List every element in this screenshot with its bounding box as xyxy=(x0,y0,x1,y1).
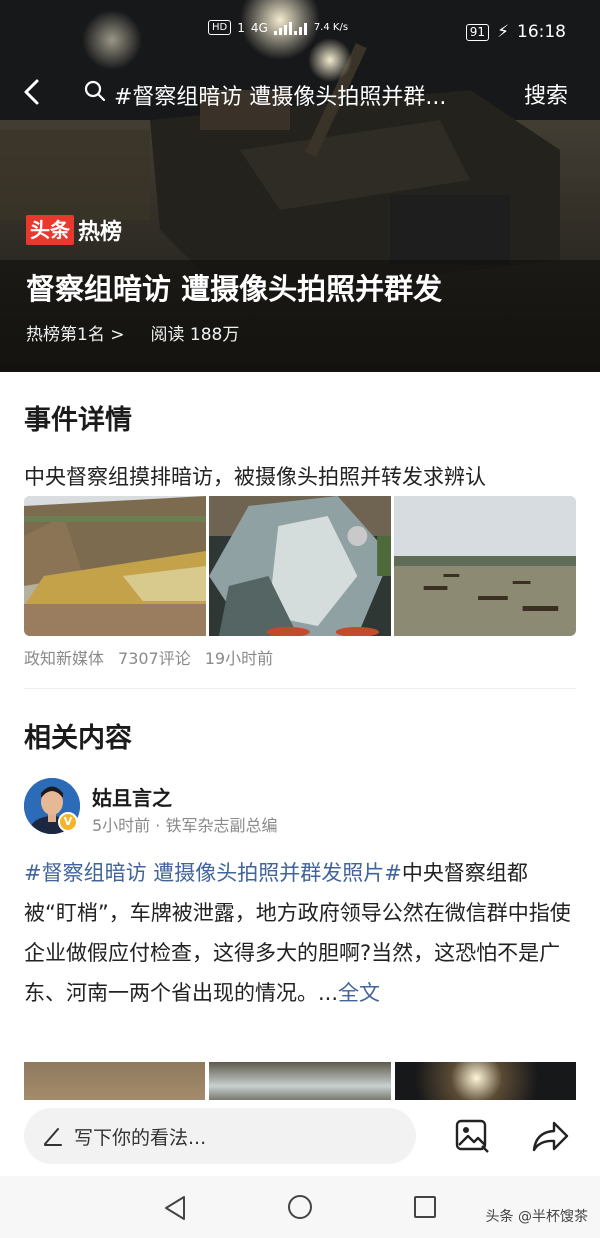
hot-rank-link[interactable]: 热榜第1名 > xyxy=(26,320,124,345)
full-text-link[interactable]: 全文 xyxy=(338,981,380,1005)
event-thumb-3[interactable] xyxy=(394,496,576,636)
event-thumb-1[interactable] xyxy=(24,496,206,636)
status-network: HD 1 4G 7.4 K/s xyxy=(208,20,348,35)
event-thumb-2[interactable] xyxy=(209,496,391,636)
event-description[interactable]: 中央督察组摸排暗访，被摄像头拍照并转发求辨认 xyxy=(24,461,584,491)
network-generation: 4G xyxy=(250,20,268,35)
hot-label-white: 热榜 xyxy=(78,220,123,245)
network-speed: 7.4 K/s xyxy=(313,22,349,33)
search-icon xyxy=(84,80,106,102)
post-hashtag[interactable]: #督察组暗访 遭摄像头拍照并群发照片# xyxy=(24,861,402,885)
event-section-title: 事件详情 xyxy=(24,405,132,436)
hot-list-label: 头条 热榜 xyxy=(26,214,122,246)
hero-title: 督察组暗访 遭摄像头拍照并群发 xyxy=(26,272,443,306)
event-time: 19小时前 xyxy=(204,649,274,668)
section-divider xyxy=(24,688,576,689)
comment-input[interactable]: 写下你的看法... xyxy=(24,1108,416,1164)
sim-indicator: 1 xyxy=(237,20,245,35)
post-image-gallery[interactable] xyxy=(24,1062,576,1102)
top-navigation: #督察组暗访 遭摄像头拍照并群... 搜索 xyxy=(0,70,600,114)
status-system: 91 ⚡ 16:18 xyxy=(465,22,566,42)
nav-back-icon[interactable] xyxy=(162,1194,188,1222)
image-icon[interactable] xyxy=(454,1118,490,1154)
nav-recent-icon[interactable] xyxy=(413,1195,437,1219)
search-button[interactable]: 搜索 xyxy=(524,78,568,110)
comment-bar: 写下你的看法... xyxy=(0,1100,600,1176)
search-input[interactable]: #督察组暗访 遭摄像头拍照并群... xyxy=(114,79,474,111)
system-nav-bar: 头条 @半杯馊茶 xyxy=(0,1176,600,1238)
battery-level: 91 xyxy=(465,23,490,41)
related-section-title: 相关内容 xyxy=(24,723,132,754)
pencil-icon xyxy=(44,1128,62,1146)
post-thumb-3[interactable] xyxy=(394,1062,576,1102)
event-comment-count[interactable]: 7307评论 xyxy=(118,645,191,669)
hero-meta: 热榜第1名 > 阅读 188万 xyxy=(26,320,239,345)
read-count: 阅读 188万 xyxy=(150,325,240,345)
author-name[interactable]: 姑且言之 xyxy=(92,782,172,811)
post-body[interactable]: #督察组暗访 遭摄像头拍照并群发照片#中央督察组都被“盯梢”，车牌被泄露，地方政… xyxy=(24,853,580,1013)
share-icon[interactable] xyxy=(530,1118,570,1154)
event-image-gallery[interactable] xyxy=(24,496,576,636)
clock: 16:18 xyxy=(517,22,566,42)
back-icon[interactable] xyxy=(20,78,44,106)
author-meta: 5小时前 · 铁军杂志副总编 xyxy=(92,816,278,835)
charging-icon: ⚡ xyxy=(497,22,509,42)
event-meta: 政知新媒体 7307评论 19小时前 xyxy=(24,645,273,669)
hero-banner: HD 1 4G 7.4 K/s 91 ⚡ 16:18 #督察组暗访 遭摄像头拍照… xyxy=(0,0,600,372)
post-thumb-1[interactable] xyxy=(24,1062,206,1102)
hd-badge: HD xyxy=(208,20,232,35)
comment-placeholder: 写下你的看法... xyxy=(74,1126,207,1149)
hot-label-red: 头条 xyxy=(26,215,74,245)
signal-icon xyxy=(273,21,307,35)
status-bar: HD 1 4G 7.4 K/s 91 ⚡ 16:18 xyxy=(0,18,600,54)
nav-home-icon[interactable] xyxy=(287,1194,313,1220)
event-source[interactable]: 政知新媒体 xyxy=(24,645,104,669)
watermark: 头条 @半杯馊茶 xyxy=(485,1209,588,1225)
hero-background-image xyxy=(0,0,600,372)
post-thumb-2[interactable] xyxy=(209,1062,391,1102)
verified-badge: V xyxy=(58,812,78,832)
